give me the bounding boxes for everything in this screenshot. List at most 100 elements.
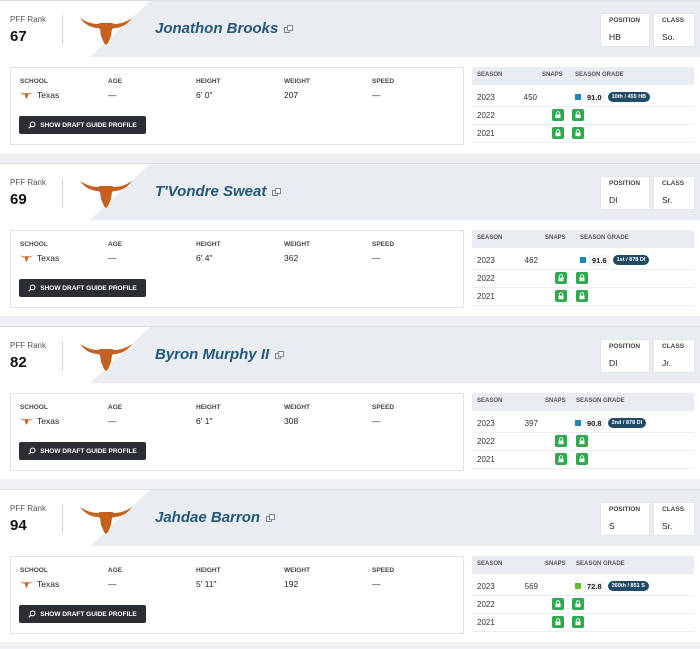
lock-icon[interactable] xyxy=(576,272,588,284)
season-row: 2022 xyxy=(472,106,694,125)
lock-icon[interactable] xyxy=(572,109,584,121)
lock-icon[interactable] xyxy=(576,290,588,302)
lock-icon[interactable] xyxy=(552,127,564,139)
age-label: AGE xyxy=(108,567,123,574)
player-name-link[interactable]: Jonathon Brooks xyxy=(155,20,294,37)
player-card-94: PFF Rank 94 Jahdae Barron POSITION S CLA… xyxy=(0,489,700,642)
lock-icon[interactable] xyxy=(555,290,567,302)
height-col: HEIGHT 6' 0" xyxy=(196,78,221,100)
speed-label: SPEED xyxy=(372,567,395,574)
school-col: SCHOOL Texas xyxy=(20,567,59,589)
lock-icon[interactable] xyxy=(555,435,567,447)
longhorn-logo-icon xyxy=(80,344,132,371)
age-value: — xyxy=(108,90,117,100)
speed-col: SPEED — xyxy=(372,404,394,426)
school-value: Texas xyxy=(37,416,60,426)
lock-icon[interactable] xyxy=(555,453,567,465)
position-label: POSITION xyxy=(609,180,641,187)
class-label: CLASS xyxy=(662,506,685,513)
class-label: CLASS xyxy=(662,17,685,24)
compare-icon[interactable] xyxy=(272,187,282,196)
season-table-header: SEASON SNAPS SEASON GRADE xyxy=(472,393,694,411)
snaps-col-header: SNAPS xyxy=(545,561,566,567)
lock-icon[interactable] xyxy=(552,598,564,610)
weight-label: WEIGHT xyxy=(284,404,310,411)
lock-icon[interactable] xyxy=(572,616,584,628)
height-label: HEIGHT xyxy=(196,78,221,85)
season-year: 2021 xyxy=(477,618,495,627)
weight-value: 308 xyxy=(284,416,299,426)
rank-label: PFF Rank xyxy=(10,178,47,187)
season-row: 2021 xyxy=(472,613,694,632)
rank-label: PFF Rank xyxy=(10,504,47,513)
compare-icon[interactable] xyxy=(266,513,276,522)
age-value: — xyxy=(108,253,117,263)
compare-icon[interactable] xyxy=(284,24,294,33)
lock-icon[interactable] xyxy=(572,127,584,139)
player-name-link[interactable]: Byron Murphy II xyxy=(155,346,285,363)
lock-icon[interactable] xyxy=(555,272,567,284)
show-draft-guide-profile-button[interactable]: SHOW DRAFT GUIDE PROFILE xyxy=(19,605,146,623)
lock-icon[interactable] xyxy=(576,453,588,465)
height-col: HEIGHT 6' 4" xyxy=(196,241,221,263)
school-value: Texas xyxy=(37,90,60,100)
position-tile: POSITION DI xyxy=(600,176,650,210)
height-value: 6' 0" xyxy=(196,90,213,100)
season-row: 2022 xyxy=(472,595,694,614)
show-draft-guide-profile-button[interactable]: SHOW DRAFT GUIDE PROFILE xyxy=(19,442,146,460)
season-year: 2021 xyxy=(477,129,495,138)
player-name-link[interactable]: Jahdae Barron xyxy=(155,509,276,526)
age-value: — xyxy=(108,579,117,589)
class-tile: CLASS Jr. xyxy=(653,339,695,373)
rank-label: PFF Rank xyxy=(10,15,47,24)
season-table-header: SEASON SNAPS SEASON GRADE xyxy=(472,556,694,574)
season-grades-table: SEASON SNAPS SEASON GRADE 2023 450 91.0 10t… xyxy=(472,67,694,145)
player-stats-box: SCHOOL Texas AGE — HEIGHT 5' 11" WEIGHT … xyxy=(10,556,464,634)
compare-icon[interactable] xyxy=(275,350,285,359)
position-label: POSITION xyxy=(609,506,641,513)
snaps-col-header: SNAPS xyxy=(545,235,566,241)
season-snaps: 569 xyxy=(524,582,538,591)
season-year: 2023 xyxy=(477,256,495,265)
header-divider xyxy=(62,178,63,208)
rank-number: 94 xyxy=(10,517,27,534)
speed-value: — xyxy=(372,253,381,263)
height-col: HEIGHT 5' 11" xyxy=(196,567,221,589)
class-label: CLASS xyxy=(662,180,685,187)
player-name: T'Vondre Sweat xyxy=(155,183,267,200)
lock-icon[interactable] xyxy=(552,109,564,121)
position-value: S xyxy=(609,521,615,531)
lock-icon[interactable] xyxy=(572,598,584,610)
speed-col: SPEED — xyxy=(372,241,394,263)
weight-value: 362 xyxy=(284,253,299,263)
class-tile: CLASS Sr. xyxy=(653,502,695,536)
player-card-list: PFF Rank 67 Jonathon Brooks POSITION HB … xyxy=(0,0,700,642)
grade-color-swatch xyxy=(575,420,581,426)
season-year: 2023 xyxy=(477,93,495,102)
speed-col: SPEED — xyxy=(372,78,394,100)
class-value: Jr. xyxy=(662,358,671,368)
season-grade-col-header: SEASON GRADE xyxy=(575,72,624,78)
longhorn-logo-icon xyxy=(80,18,132,45)
search-icon xyxy=(28,121,36,129)
show-draft-guide-profile-button[interactable]: SHOW DRAFT GUIDE PROFILE xyxy=(19,116,146,134)
age-col: AGE — xyxy=(108,404,122,426)
longhorn-mini-icon xyxy=(20,255,33,262)
position-tile: POSITION HB xyxy=(600,13,650,47)
player-stats-box: SCHOOL Texas AGE — HEIGHT 6' 1" WEIGHT 3… xyxy=(10,393,464,471)
player-name-link[interactable]: T'Vondre Sweat xyxy=(155,183,282,200)
player-stats-box: SCHOOL Texas AGE — HEIGHT 6' 0" WEIGHT 2… xyxy=(10,67,464,145)
lock-icon[interactable] xyxy=(576,435,588,447)
season-year: 2022 xyxy=(477,437,495,446)
weight-col: WEIGHT 207 xyxy=(284,78,310,100)
season-snaps: 450 xyxy=(523,93,537,102)
grade-color-swatch xyxy=(575,583,581,589)
longhorn-logo-icon xyxy=(80,181,132,208)
age-label: AGE xyxy=(108,78,123,85)
class-tile: CLASS Sr. xyxy=(653,176,695,210)
lock-icon[interactable] xyxy=(552,616,564,628)
show-draft-guide-profile-button[interactable]: SHOW DRAFT GUIDE PROFILE xyxy=(19,279,146,297)
speed-value: — xyxy=(372,416,381,426)
age-col: AGE — xyxy=(108,241,122,263)
height-label: HEIGHT xyxy=(196,241,221,248)
